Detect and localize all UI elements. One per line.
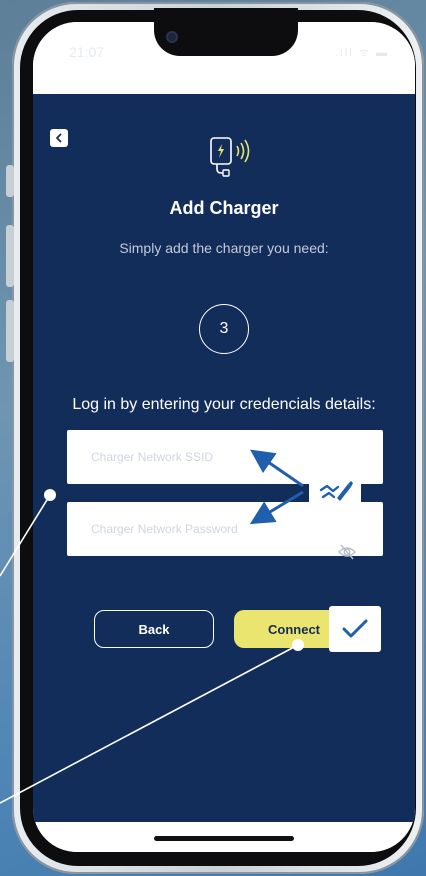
add-charger-screen: Add Charger Simply add the charger you n… xyxy=(33,94,415,822)
volume-down-button xyxy=(6,300,14,362)
mute-switch xyxy=(6,165,14,197)
step-number: 3 xyxy=(219,320,229,337)
login-instruction: Log in by entering your credencials deta… xyxy=(72,396,376,413)
eye-off-icon[interactable] xyxy=(337,543,357,561)
page-title: Add Charger xyxy=(169,198,279,218)
confirm-badge xyxy=(329,606,381,652)
wireless-charger-icon xyxy=(210,137,250,177)
back-button[interactable]: Back xyxy=(94,610,214,648)
home-bar-area xyxy=(33,822,415,852)
front-camera xyxy=(166,31,178,43)
volume-up-button xyxy=(6,225,14,287)
step-indicator: 3 xyxy=(199,304,249,354)
chevron-left-icon xyxy=(56,133,62,143)
page-subtitle: Simply add the charger you need: xyxy=(119,240,329,256)
status-icons: .ıll ᯤ ▬ xyxy=(334,47,389,59)
back-arrow-button[interactable] xyxy=(50,129,68,147)
home-indicator xyxy=(154,836,294,841)
status-time: 21:07 xyxy=(69,44,105,60)
phone-screen: 21:07 .ıll ᯤ ▬ Add Charger Simply add th… xyxy=(33,22,415,852)
autofill-badge xyxy=(309,464,361,516)
checkmark-icon xyxy=(342,619,368,638)
magic-wand-icon xyxy=(319,481,353,501)
